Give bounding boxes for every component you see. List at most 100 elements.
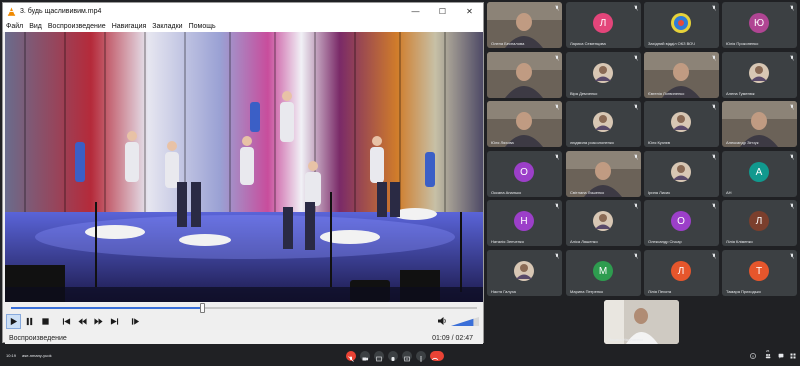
participant-tile[interactable]: Західний відділ ОКЗ ВОЧ (644, 2, 719, 48)
participant-tile[interactable]: Олена Беспалова (487, 2, 562, 48)
participant-avatar: Л (593, 13, 613, 33)
mic-muted-icon (790, 203, 794, 209)
people-icon[interactable] (765, 353, 771, 359)
participant-name: Віра Демченко (570, 91, 598, 96)
participant-tile[interactable]: Ірина Лисик (644, 151, 719, 197)
self-view-name: Оксана Ніколаєнко (608, 337, 644, 342)
seek-bar[interactable] (5, 303, 483, 313)
minimize-button[interactable]: — (402, 7, 429, 16)
participant-name: Марина Петренко (570, 289, 604, 294)
fast-forward-icon (94, 318, 103, 325)
menu-navigation[interactable]: Навигация (112, 23, 147, 30)
participant-tile[interactable]: Юля Кузнєв (644, 101, 719, 147)
chat-icon[interactable] (778, 353, 784, 359)
camera-icon (362, 357, 368, 361)
hang-up-icon (431, 357, 439, 361)
participant-tile[interactable]: Світлана Ляшенко (566, 151, 641, 197)
video-frame[interactable] (5, 32, 483, 302)
fast-forward-button[interactable] (91, 314, 106, 329)
participant-tile[interactable]: Ю Юлія Прокопенко (722, 2, 797, 48)
participant-tile[interactable]: Л Лілія Пехота (644, 250, 719, 296)
close-window-button[interactable]: ✕ (456, 7, 483, 16)
participant-tile[interactable]: О Оксана Апалько (487, 151, 562, 197)
maximize-button[interactable]: ☐ (429, 7, 456, 16)
frame-step-button[interactable] (128, 314, 143, 329)
participant-tile[interactable]: Александр Зінчук (722, 101, 797, 147)
present-button[interactable] (402, 351, 412, 362)
info-icon[interactable] (750, 353, 756, 359)
menu-help[interactable]: Помощь (189, 23, 216, 30)
participant-tile[interactable]: Юля Ляхова (487, 101, 562, 147)
more-options-button[interactable] (416, 351, 426, 362)
participant-tile[interactable]: Настя Галуха (487, 250, 562, 296)
window-title: 3. будь щаслививим.mp4 (20, 8, 102, 15)
participant-tile[interactable]: Віра Демченко (566, 52, 641, 98)
menu-playback[interactable]: Воспроизведение (48, 23, 106, 30)
participant-tile[interactable]: О Олександр Січкар (644, 200, 719, 246)
participant-tile[interactable]: Євгенія Логвиненко (644, 52, 719, 98)
participant-tile[interactable]: людмила розсолоненко (566, 101, 641, 147)
skip-forward-icon (110, 318, 119, 325)
participant-avatar: О (514, 162, 534, 182)
desktop-screen: 3. будь щаслививим.mp4 — ☐ ✕ Файл Вид Во… (0, 0, 800, 366)
mic-muted-icon (634, 104, 638, 110)
participant-tile[interactable]: М Марина Петренко (566, 250, 641, 296)
mic-muted-icon (712, 253, 716, 259)
play-button[interactable] (6, 314, 21, 329)
menu-bookmarks[interactable]: Закладки (152, 23, 182, 30)
menu-view[interactable]: Вид (29, 23, 42, 30)
self-view-tile[interactable]: Оксана Ніколаєнко (604, 300, 679, 344)
meeting-toolbar: 10:19 ase-nmany-yuok 25 (0, 346, 800, 366)
participant-tile[interactable]: Л Лариса Семенцова (566, 2, 641, 48)
next-button[interactable] (107, 314, 122, 329)
participant-tile[interactable]: А АН (722, 151, 797, 197)
volume-slider[interactable] (451, 316, 479, 327)
menu-bar: Файл Вид Воспроизведение Навигация Закла… (3, 20, 483, 32)
captions-icon (376, 356, 382, 362)
menu-file[interactable]: Файл (6, 23, 23, 30)
volume-icon[interactable] (437, 316, 447, 326)
camera-button[interactable] (360, 351, 370, 361)
participant-name: Лілія Кліменко (726, 239, 753, 244)
participant-name: Світлана Ляшенко (570, 190, 605, 195)
playback-controls (5, 313, 483, 330)
stop-button[interactable] (38, 314, 53, 329)
participant-name: Аліса Ляшенко (570, 239, 598, 244)
microphone-button[interactable] (346, 351, 356, 362)
seek-handle[interactable] (200, 303, 206, 313)
seek-track[interactable] (11, 303, 477, 313)
mic-muted-icon (555, 5, 559, 11)
participant-tile[interactable]: Н Наталія Зенченко (487, 200, 562, 246)
pause-button[interactable] (22, 314, 37, 329)
rewind-button[interactable] (75, 314, 90, 329)
stop-icon (42, 318, 49, 325)
participant-name: Лариса Семенцова (570, 41, 606, 46)
participant-name: Наталія Зенченко (491, 239, 524, 244)
participant-tile[interactable]: Л Лілія Кліменко (722, 200, 797, 246)
participant-name: Юлія Прокопенко (726, 41, 759, 46)
participant-tile[interactable]: Алена Гуменюк (722, 52, 797, 98)
mic-muted-icon (790, 253, 794, 259)
participant-tile[interactable]: Т Тамара Приходько (722, 250, 797, 296)
previous-button[interactable] (59, 314, 74, 329)
mic-muted-icon (790, 55, 794, 61)
captions-button[interactable] (374, 351, 384, 362)
participant-name: Тамара Приходько (726, 289, 761, 294)
leave-call-button[interactable] (430, 351, 444, 361)
mic-muted-icon (555, 104, 559, 110)
participant-name: Оксана Апалько (491, 190, 522, 195)
participant-avatar: Н (514, 211, 534, 231)
participant-avatar: Т (749, 261, 769, 281)
mic-muted-icon (790, 154, 794, 160)
volume-level (451, 318, 474, 326)
participant-name: Олександр Січкар (648, 239, 682, 244)
activities-icon[interactable] (790, 353, 796, 359)
participant-tile[interactable] (487, 52, 562, 98)
participant-camera-feed (487, 52, 562, 98)
raise-hand-button[interactable] (388, 351, 398, 361)
media-player-window: 3. будь щаслививим.mp4 — ☐ ✕ Файл Вид Во… (2, 2, 484, 344)
participant-tile[interactable]: Аліса Ляшенко (566, 200, 641, 246)
mic-muted-icon (634, 154, 638, 160)
participant-name: Александр Зінчук (726, 140, 759, 145)
mic-muted-icon (634, 55, 638, 61)
